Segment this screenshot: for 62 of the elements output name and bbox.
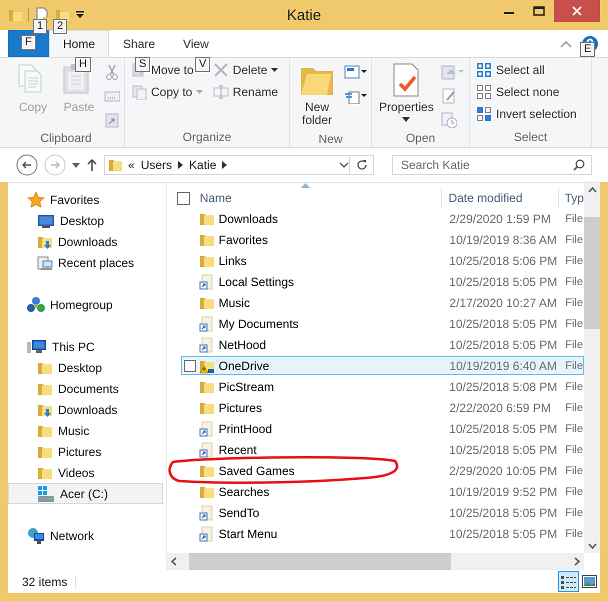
file-type: File: [564, 360, 583, 372]
file-name: SendTo: [218, 506, 260, 520]
file-type: File: [564, 402, 583, 414]
keytip-tooltip: F: [21, 35, 36, 50]
group-label: New: [317, 131, 344, 147]
file-type: File: [564, 276, 583, 288]
file-type: File: [564, 506, 583, 518]
date-modified: 10/25/2018 5:05 PM: [448, 316, 558, 330]
date-modified: 10/19/2019 8:36 AM: [448, 232, 558, 246]
window-title: Katie: [286, 6, 322, 24]
file-name: Searches: [218, 484, 270, 498]
keytip-tooltip: E: [580, 42, 596, 57]
group-label: Open: [404, 130, 436, 147]
date-modified: 2/29/2020 1:59 PM: [448, 212, 552, 226]
file-name: NetHood: [218, 338, 267, 352]
file-name: Recent: [218, 442, 258, 456]
date-modified: 2/17/2020 10:27 AM: [448, 296, 558, 310]
file-name: My Documents: [218, 316, 300, 330]
file-name: Music: [218, 296, 251, 310]
keytip-tooltip: V: [195, 57, 210, 72]
file-type: File: [564, 318, 583, 330]
date-modified: 10/25/2018 5:05 PM: [448, 526, 558, 540]
date-modified: 2/29/2020 10:05 PM: [448, 464, 558, 478]
file-name: Favorites: [218, 232, 269, 246]
keytip-tooltip: 2: [53, 19, 68, 34]
item-count: 32 items: [22, 574, 76, 588]
file-name: PrintHood: [218, 422, 273, 436]
file-name: Local Settings: [218, 274, 296, 288]
file-name: Downloads: [218, 212, 279, 226]
date-modified: 10/25/2018 5:05 PM: [448, 338, 558, 352]
keytip-tooltip: H: [75, 57, 91, 72]
group-label: Select: [512, 129, 548, 146]
file-type: File: [564, 338, 583, 350]
keytip-tooltip: 1: [33, 19, 48, 34]
file-type: File: [564, 296, 583, 308]
file-type: File: [564, 422, 583, 434]
file-name: Saved Games: [218, 464, 296, 478]
date-modified: 10/25/2018 5:08 PM: [448, 380, 558, 394]
file-type: File: [564, 486, 583, 498]
date-modified: 2/22/2020 6:59 PM: [448, 400, 552, 414]
date-modified: 10/25/2018 5:05 PM: [448, 274, 558, 288]
file-type: File: [564, 254, 583, 266]
date-modified: 10/25/2018 5:05 PM: [448, 442, 558, 456]
group-label: Organize: [182, 129, 232, 146]
file-name: Start Menu: [218, 526, 278, 540]
file-type: File: [564, 444, 583, 456]
group-label: Clipboard: [39, 130, 93, 147]
date-modified: 10/25/2018 5:06 PM: [448, 254, 558, 268]
file-name: PicStream: [218, 380, 275, 394]
file-type: File: [564, 380, 583, 392]
file-type: File: [564, 464, 583, 476]
date-modified: 10/25/2018 5:05 PM: [448, 506, 558, 520]
date-modified: 10/25/2018 5:05 PM: [448, 422, 558, 436]
file-name: Pictures: [218, 400, 263, 414]
keytip-tooltip: S: [135, 57, 150, 72]
date-modified: 10/19/2019 6:40 AM: [448, 358, 558, 372]
file-type: File: [564, 212, 583, 224]
file-type: File: [564, 234, 583, 246]
date-modified: 10/19/2019 9:52 PM: [448, 484, 558, 498]
file-type: File: [564, 528, 583, 540]
file-name: Links: [218, 254, 248, 268]
file-name: OneDrive: [218, 358, 270, 372]
